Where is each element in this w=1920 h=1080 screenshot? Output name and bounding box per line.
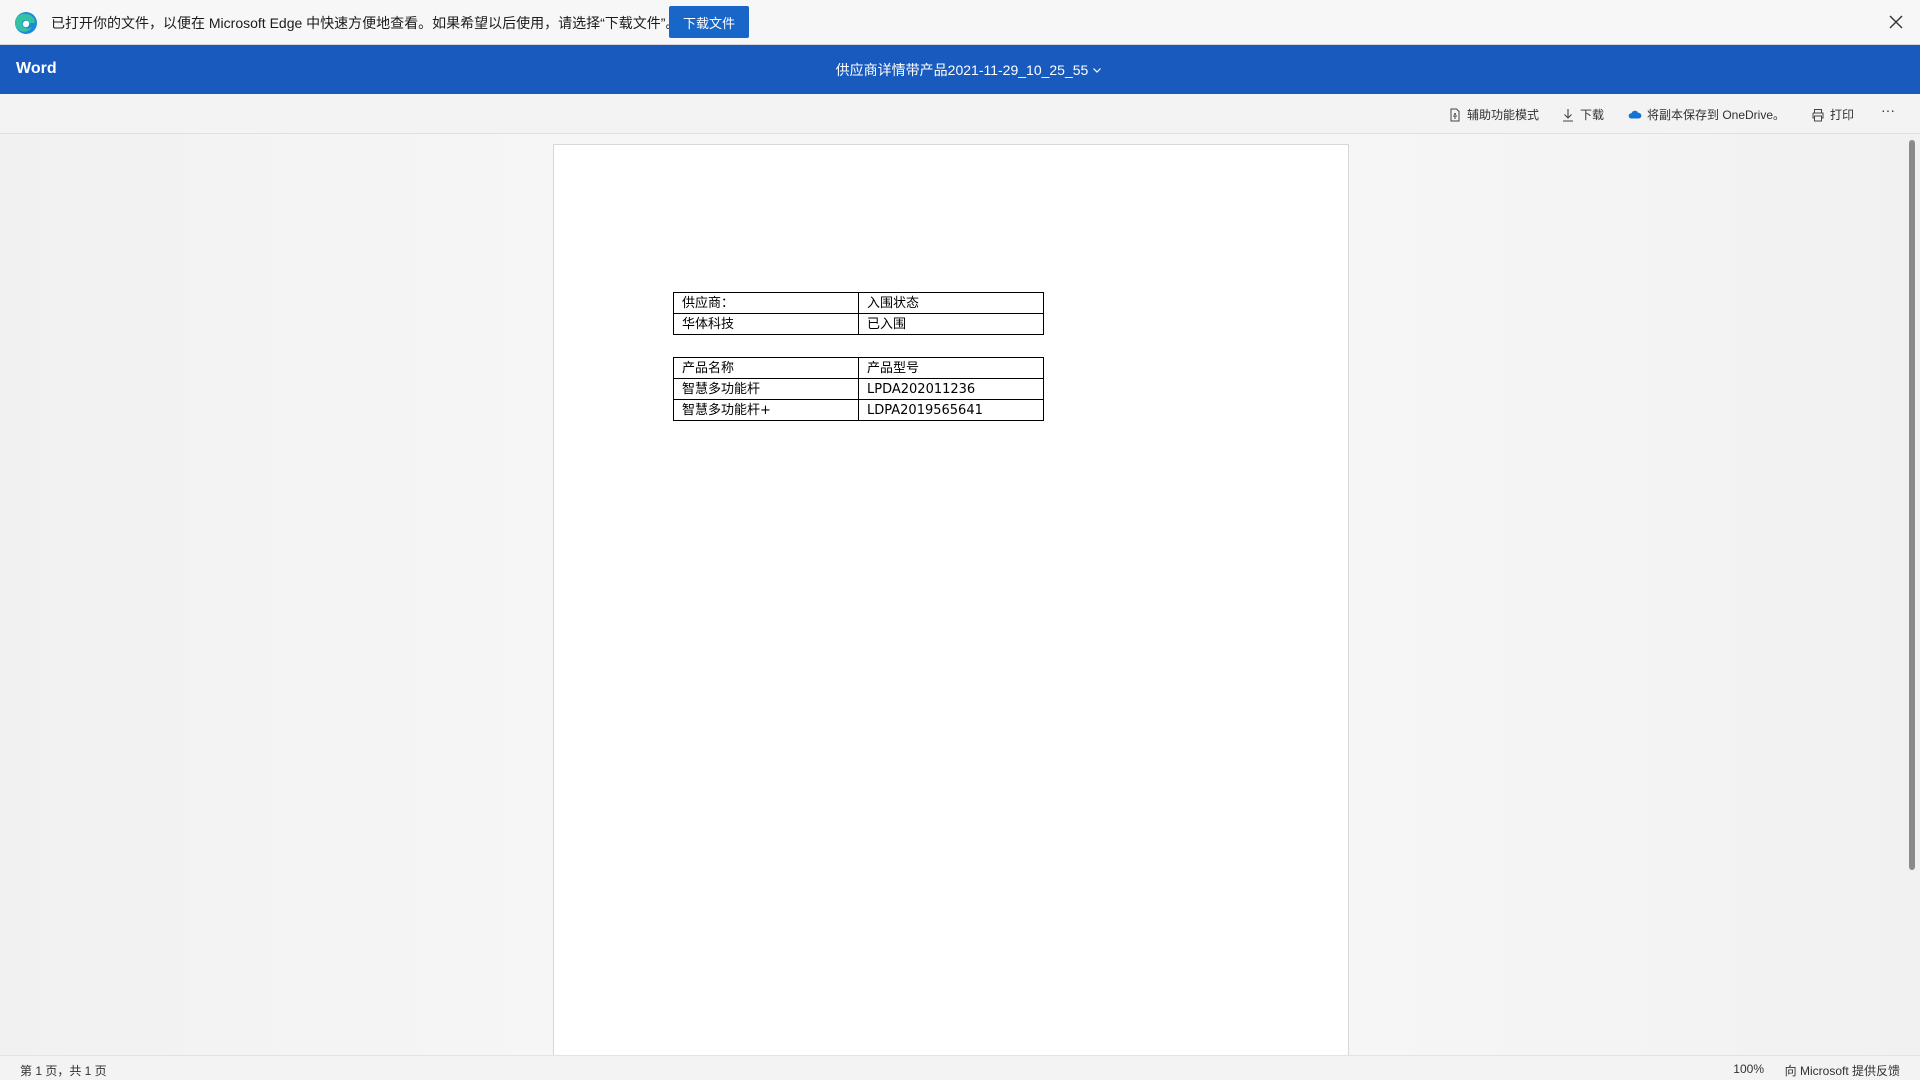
edge-notification-message: 已打开你的文件，以便在 Microsoft Edge 中快速方便地查看。如果希望… xyxy=(51,15,680,31)
table-cell: LDPA2019565641 xyxy=(858,399,1044,421)
download-button[interactable]: 下载 xyxy=(1561,106,1604,123)
accessibility-mode-button[interactable]: 辅助功能模式 xyxy=(1448,106,1539,123)
table-cell: 智慧多功能杆+ xyxy=(673,399,859,421)
save-to-onedrive-label: 将副本保存到 OneDrive。 xyxy=(1647,108,1786,122)
feedback-link[interactable]: 向 Microsoft 提供反馈 xyxy=(1785,1062,1900,1079)
table-row: 智慧多功能杆 LPDA202011236 xyxy=(673,378,1044,400)
printer-icon xyxy=(1812,108,1824,121)
print-button[interactable]: 打印 xyxy=(1811,106,1854,123)
table-cell: 智慧多功能杆 xyxy=(673,378,859,400)
toolbar: 辅助功能模式 下载 将副本保存到 OneDrive。 打印 ··· xyxy=(0,94,1920,134)
supplier-table: 供应商： 入围状态 华体科技 已入围 xyxy=(673,292,1044,335)
product-table: 产品名称 产品型号 智慧多功能杆 LPDA202011236 智慧多功能杆+ L… xyxy=(673,357,1044,421)
word-header: Word 供应商详情带产品2021-11-29_10_25_55 xyxy=(0,45,1920,94)
print-label: 打印 xyxy=(1830,108,1855,122)
document-page: 供应商： 入围状态 华体科技 已入围 产品名称 产品型号 智慧多功能杆 LPDA… xyxy=(553,144,1349,1064)
page-count: 第 1 页，共 1 页 xyxy=(20,1064,107,1078)
document-title-button[interactable]: 供应商详情带产品2021-11-29_10_25_55 xyxy=(0,60,1920,80)
table-row: 华体科技 已入围 xyxy=(673,313,1044,335)
accessibility-document-icon xyxy=(1450,108,1460,121)
document-title: 供应商详情带产品2021-11-29_10_25_55 xyxy=(835,62,1089,78)
table-cell: 产品名称 xyxy=(673,357,859,379)
more-options-button[interactable]: ··· xyxy=(1881,102,1895,118)
download-file-button[interactable]: 下载文件 xyxy=(669,6,749,38)
table-row: 产品名称 产品型号 xyxy=(673,357,1044,379)
table-cell: LPDA202011236 xyxy=(858,378,1044,400)
status-bar: 第 1 页，共 1 页 100% 向 Microsoft 提供反馈 xyxy=(0,1055,1920,1080)
more-options-icon: ··· xyxy=(1881,102,1895,118)
edge-notification-bar: 已打开你的文件，以便在 Microsoft Edge 中快速方便地查看。如果希望… xyxy=(0,0,1920,45)
table-cell: 华体科技 xyxy=(673,313,859,335)
download-label: 下载 xyxy=(1580,108,1605,122)
close-icon[interactable] xyxy=(1886,12,1906,32)
table-cell: 产品型号 xyxy=(858,357,1044,379)
table-cell: 入围状态 xyxy=(858,292,1044,314)
zoom-level[interactable]: 100% xyxy=(1733,1062,1764,1076)
save-to-onedrive-button[interactable]: 将副本保存到 OneDrive。 xyxy=(1628,106,1785,123)
table-cell: 已入围 xyxy=(858,313,1044,335)
onedrive-cloud-icon xyxy=(1628,110,1642,118)
edge-logo-icon xyxy=(15,12,37,34)
vertical-scrollbar[interactable] xyxy=(1909,140,1915,870)
table-row: 智慧多功能杆+ LDPA2019565641 xyxy=(673,399,1044,421)
table-row: 供应商： 入围状态 xyxy=(673,292,1044,314)
document-canvas[interactable]: 供应商： 入围状态 华体科技 已入围 产品名称 产品型号 智慧多功能杆 LPDA… xyxy=(0,134,1920,1064)
accessibility-mode-label: 辅助功能模式 xyxy=(1467,108,1540,122)
download-icon xyxy=(1563,108,1573,122)
table-cell: 供应商： xyxy=(673,292,859,314)
chevron-down-icon xyxy=(1093,68,1102,73)
